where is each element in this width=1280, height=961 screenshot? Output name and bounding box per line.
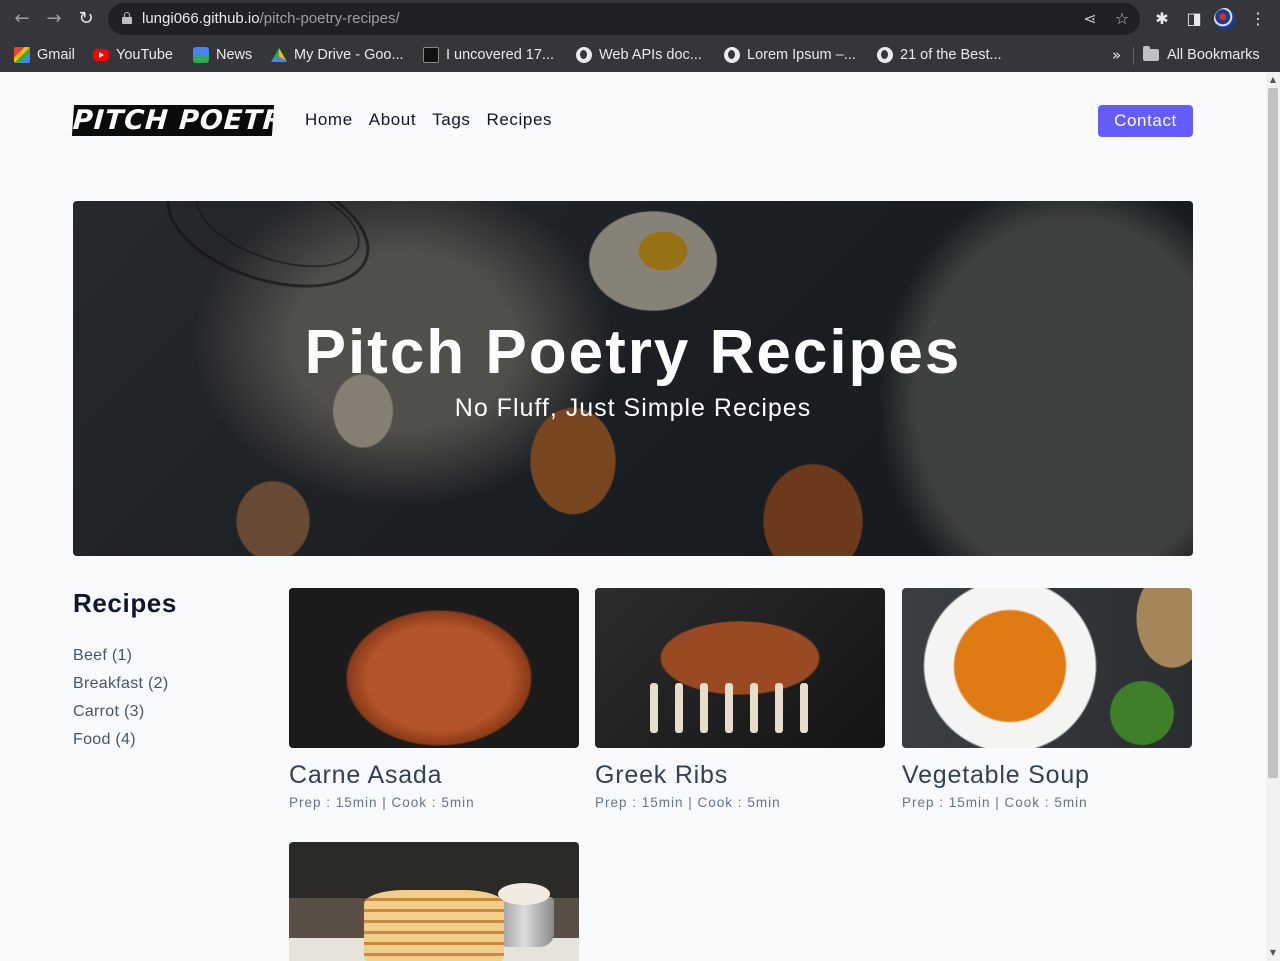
bookmark-21-best[interactable]: 21 of the Best... [877, 45, 1002, 65]
bookmark-youtube[interactable]: YouTube [93, 45, 173, 65]
recipe-image[interactable] [289, 842, 579, 961]
back-icon[interactable]: ← [10, 7, 34, 31]
forward-icon[interactable]: → [42, 7, 66, 31]
news-icon [193, 47, 209, 63]
scroll-up-icon[interactable]: ▲ [1268, 75, 1278, 85]
hero-title: Pitch Poetry Recipes [304, 318, 962, 387]
menu-icon[interactable]: ⋮ [1248, 9, 1268, 29]
folder-icon [1143, 46, 1159, 61]
recipe-title[interactable]: Carne Asada [289, 761, 442, 790]
recipe-card-vegetable-soup[interactable]: Vegetable Soup Prep : 15min | Cook : 5mi… [902, 588, 1192, 810]
recipe-meta: Prep : 15min | Cook : 5min [289, 795, 475, 810]
scrollbar-thumb[interactable] [1268, 88, 1278, 778]
drive-icon [271, 48, 287, 62]
bookmark-star-icon[interactable]: ☆ [1112, 9, 1132, 29]
recipe-title[interactable]: Greek Ribs [595, 761, 728, 790]
nav-tags[interactable]: Tags [432, 110, 470, 130]
hero-subtitle: No Fluff, Just Simple Recipes [454, 394, 812, 422]
globe-icon [724, 47, 740, 63]
bookmark-gmail[interactable]: Gmail [14, 45, 75, 65]
tag-breakfast[interactable]: Breakfast (2) [73, 675, 169, 703]
nav-home[interactable]: Home [305, 110, 353, 130]
recipe-image[interactable] [289, 588, 579, 748]
tag-carrot[interactable]: Carrot (3) [73, 703, 169, 731]
lock-icon[interactable] [122, 12, 132, 24]
recipe-meta: Prep : 15min | Cook : 5min [902, 795, 1088, 810]
address-bar[interactable]: lungi066.github.io/pitch-poetry-recipes/… [108, 3, 1140, 35]
youtube-icon [93, 49, 109, 61]
tag-beef[interactable]: Beef (1) [73, 647, 169, 675]
extensions-icon[interactable]: ✱ [1152, 9, 1172, 29]
url-text[interactable]: lungi066.github.io/pitch-poetry-recipes/ [142, 10, 400, 27]
bookmark-lorem-ipsum[interactable]: Lorem Ipsum –... [724, 45, 856, 65]
page: PITCH POETRY Home About Tags Recipes Con… [0, 72, 1266, 961]
site-icon [423, 47, 439, 63]
bookmark-news[interactable]: News [193, 45, 252, 65]
main-nav: Home About Tags Recipes [305, 110, 552, 130]
nav-recipes[interactable]: Recipes [487, 110, 553, 130]
bookmark-web-apis[interactable]: Web APIs doc... [576, 45, 702, 65]
bookmark-uncovered[interactable]: I uncovered 17... [423, 45, 554, 65]
more-bookmarks-icon[interactable]: » [1112, 46, 1121, 64]
recipe-image[interactable] [595, 588, 885, 748]
nav-about[interactable]: About [369, 110, 416, 130]
share-icon[interactable]: ⋖ [1080, 9, 1100, 29]
recipe-card-carne-asada[interactable]: Carne Asada Prep : 15min | Cook : 5min [289, 588, 579, 810]
globe-icon [576, 47, 592, 63]
reload-icon[interactable]: ↻ [74, 7, 98, 31]
sidebar-title: Recipes [73, 588, 177, 618]
tag-list: Beef (1) Breakfast (2) Carrot (3) Food (… [73, 647, 169, 759]
site-logo[interactable]: PITCH POETRY [71, 105, 275, 136]
recipe-title[interactable]: Vegetable Soup [902, 761, 1090, 790]
recipe-card-pancakes[interactable] [289, 842, 579, 961]
recipe-card-greek-ribs[interactable]: Greek Ribs Prep : 15min | Cook : 5min [595, 588, 885, 810]
hero-banner: Pitch Poetry Recipes No Fluff, Just Simp… [73, 201, 1193, 556]
contact-button[interactable]: Contact [1098, 105, 1193, 137]
browser-chrome: ← → ↻ lungi066.github.io/pitch-poetry-re… [0, 0, 1280, 72]
all-bookmarks[interactable]: All Bookmarks [1143, 45, 1260, 65]
side-panel-icon[interactable]: ◨ [1184, 9, 1204, 29]
browser-toolbar: ← → ↻ lungi066.github.io/pitch-poetry-re… [0, 0, 1280, 38]
recipe-image[interactable] [902, 588, 1192, 748]
globe-icon [877, 47, 893, 63]
scroll-down-icon[interactable]: ▼ [1268, 948, 1278, 958]
profile-avatar[interactable] [1214, 8, 1236, 30]
recipe-meta: Prep : 15min | Cook : 5min [595, 795, 781, 810]
bookmarks-divider [1133, 47, 1134, 65]
bookmark-drive[interactable]: My Drive - Goo... [271, 45, 404, 65]
bookmarks-bar: Gmail YouTube News My Drive - Goo... I u… [0, 38, 1280, 72]
gmail-icon [14, 47, 30, 63]
tag-food[interactable]: Food (4) [73, 731, 169, 759]
